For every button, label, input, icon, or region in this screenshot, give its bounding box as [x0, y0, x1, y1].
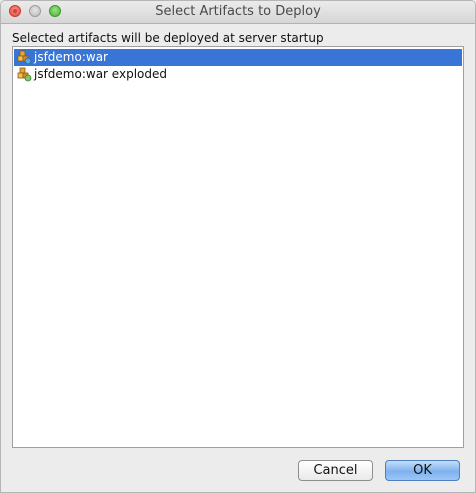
ok-button[interactable]: OK [385, 460, 460, 481]
artifact-icon [17, 67, 32, 82]
select-artifacts-dialog: Select Artifacts to Deploy Selected arti… [0, 0, 476, 493]
title-bar[interactable]: Select Artifacts to Deploy [1, 1, 475, 24]
cancel-button[interactable]: Cancel [298, 460, 373, 481]
window-title: Select Artifacts to Deploy [155, 4, 321, 19]
artifacts-list[interactable]: jsfdemo:war jsfdemo:war exploded [12, 46, 464, 448]
list-item-jsfdemo-war[interactable]: jsfdemo:war [14, 49, 462, 66]
list-item-jsfdemo-war-exploded[interactable]: jsfdemo:war exploded [14, 66, 462, 83]
list-item-label: jsfdemo:war [34, 50, 108, 64]
instruction-label: Selected artifacts will be deployed at s… [12, 31, 324, 45]
list-item-label: jsfdemo:war exploded [34, 67, 167, 81]
artifact-icon [17, 50, 32, 65]
